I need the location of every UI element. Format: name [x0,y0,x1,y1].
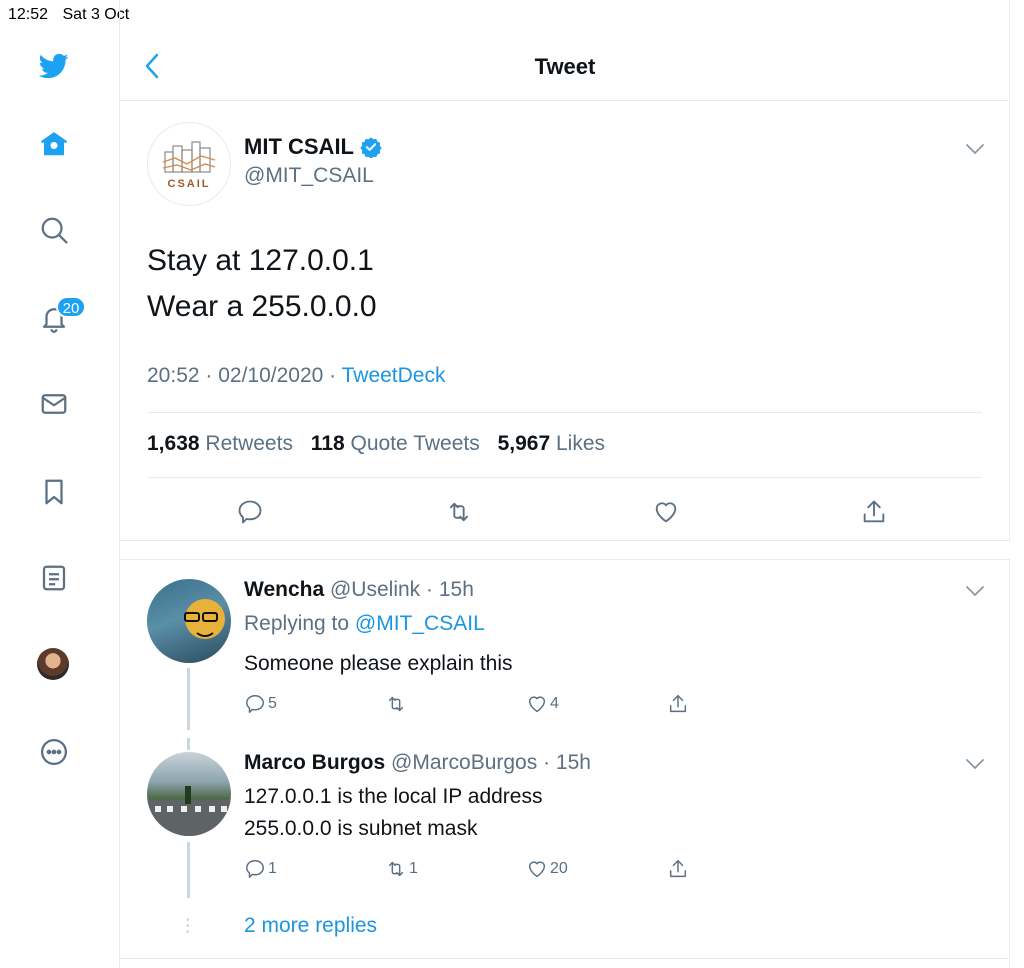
mail-icon[interactable] [36,386,72,422]
likes-count: 5,967 [497,432,551,455]
divider [147,477,982,478]
reply-count: 5 [268,695,277,712]
tweet-detail-column: Tweet CSAIL MIT CSAIL @MIT_CSAIL Stay at… [120,0,1010,968]
retweet-icon [388,696,404,712]
heart-icon [528,861,546,878]
author-handle[interactable]: @MIT_CSAIL [244,164,374,188]
reply-retweet-button[interactable] [385,693,409,715]
quotes-label: Quote Tweets [350,432,480,455]
heart-icon [655,502,677,523]
bookmark-icon[interactable] [36,474,72,510]
author-name-label: MIT CSAIL [244,134,354,159]
replying-to-mention[interactable]: @MIT_CSAIL [355,612,485,635]
csail-logo-icon [162,141,216,173]
more-replies-link[interactable]: 2 more replies [244,914,377,938]
reply-author-name[interactable]: Wencha [244,578,324,601]
author-name[interactable]: MIT CSAIL [244,134,382,160]
reply-avatar[interactable] [147,579,231,663]
reply-button[interactable] [234,496,266,528]
retweet-button[interactable] [443,496,475,528]
likes-label: Likes [555,432,606,455]
like-button[interactable] [650,496,682,528]
thread-line [187,842,190,898]
reply-time: · 15h [426,578,474,601]
quotes-count: 118 [310,432,345,455]
tweet-source-link[interactable]: TweetDeck [342,364,446,387]
chevron-down-icon[interactable] [964,142,986,156]
reply-reply-button[interactable]: 5 [244,693,277,715]
author-avatar[interactable]: CSAIL [147,122,231,206]
twitter-bird-icon[interactable] [36,48,72,84]
sidebar-nav: 20 [0,0,120,968]
verified-badge-icon [360,137,382,158]
avatar-image [147,786,231,836]
reply-icon [246,860,264,878]
retweets-count: 1,638 [147,432,200,455]
replying-to: Replying to @MIT_CSAIL [244,612,485,636]
thread-line [187,668,190,730]
list-icon[interactable] [36,560,72,596]
reply-header: Wencha @Uselink · 15h [244,578,474,602]
divider [147,412,982,413]
retweet-icon [449,502,469,522]
reply-like-button[interactable]: 4 [526,693,559,715]
reply-retweet-button[interactable]: 1 [385,858,418,880]
tweet-stats: 1,638 Retweets 118 Quote Tweets 5,967 Li… [147,432,617,456]
tweet-timestamp: 20:52 · 02/10/2020 · TweetDeck [147,364,445,388]
like-count: 4 [550,695,559,712]
share-icon [863,500,885,523]
avatar-image [184,599,225,639]
reply-header: Marco Burgos @MarcoBurgos · 15h [244,751,591,775]
share-icon [669,695,687,713]
reply-author-name[interactable]: Marco Burgos [244,751,385,774]
retweets-label: Retweets [205,432,293,455]
section-separator [120,540,1010,560]
reply-text-line: Someone please explain this [244,652,513,675]
tweet-header: Tweet [120,34,1010,101]
like-count: 20 [550,860,568,877]
search-icon[interactable] [36,212,72,248]
reply-icon [238,500,262,524]
reply-like-button[interactable]: 20 [526,858,568,880]
reply-text-line: 255.0.0.0 is subnet mask [244,817,478,840]
more-replies-dots: • • • [186,915,190,938]
share-icon [669,860,687,878]
profile-avatar[interactable] [37,648,69,680]
retweets-stat[interactable]: 1,638 Retweets [147,432,293,455]
thread-line [187,738,190,750]
likes-stat[interactable]: 5,967 Likes [498,432,605,455]
page-title: Tweet [534,54,596,79]
share-button[interactable] [858,496,890,528]
reply-text: Someone please explain this [244,648,513,680]
reply-text-line: 127.0.0.1 is the local IP address [244,785,543,808]
reply-reply-button[interactable]: 1 [244,858,277,880]
reply-time: · 15h [543,751,591,774]
notification-badge: 20 [56,296,86,318]
reply-icon [246,695,264,713]
chevron-down-icon[interactable] [964,584,986,598]
quote-tweets-stat[interactable]: 118 Quote Tweets [311,432,480,455]
avatar-logo-text: CSAIL [167,178,211,190]
chevron-down-icon[interactable] [964,757,986,771]
reply-share-button[interactable] [667,693,691,715]
tweet-text-line: Stay at 127.0.0.1 [147,244,374,277]
more-icon[interactable] [36,734,72,770]
reply-share-button[interactable] [667,858,691,880]
reply-author-handle[interactable]: @Uselink [330,578,420,601]
heart-icon [528,696,546,713]
reply-author-handle[interactable]: @MarcoBurgos [391,751,537,774]
reply-avatar[interactable] [147,752,231,836]
home-icon[interactable] [36,126,72,162]
tweet-time: 20:52 · 02/10/2020 · [147,364,342,387]
tweet-text: Stay at 127.0.0.1 Wear a 255.0.0.0 [147,238,377,330]
reply-text: 127.0.0.1 is the local IP address 255.0.… [244,781,542,845]
retweet-count: 1 [409,860,418,877]
replying-to-label: Replying to [244,612,355,635]
reply-count: 1 [268,860,277,877]
tweet-text-line: Wear a 255.0.0.0 [147,290,377,323]
retweet-icon [388,861,404,877]
divider [120,958,1010,959]
